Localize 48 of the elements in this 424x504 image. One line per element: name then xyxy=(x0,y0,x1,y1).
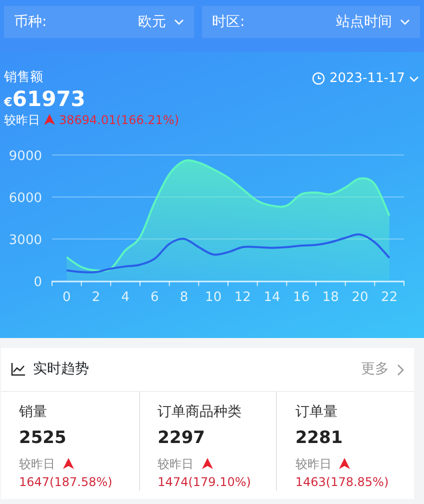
x-axis-label: 6 xyxy=(150,290,159,305)
x-axis-label: 16 xyxy=(293,290,310,305)
up-arrow-icon xyxy=(339,458,350,469)
x-axis-label: 12 xyxy=(234,290,251,305)
filter-select[interactable]: 时区: 站点时间 xyxy=(202,6,420,38)
more-link[interactable]: 更多 xyxy=(361,359,404,380)
stat-label: 订单商品种类 xyxy=(158,403,243,422)
compare-label: 较昨日 xyxy=(19,456,55,472)
chevron-down-icon xyxy=(409,76,419,82)
x-axis-label: 18 xyxy=(322,290,339,305)
y-axis-label: 0 xyxy=(34,274,42,290)
y-axis-label: 3000 xyxy=(8,232,42,248)
change-value: 1647(187.58%) xyxy=(19,474,114,490)
stat-value: 2281 xyxy=(295,427,344,450)
compare-label: 较昨日 xyxy=(158,456,194,472)
stat-label: 订单量 xyxy=(295,403,338,422)
metric-title: 销售额 xyxy=(4,69,44,87)
x-axis-label: 14 xyxy=(264,290,280,305)
filter-select[interactable]: 币种: 欧元 xyxy=(4,6,194,38)
section-title: 实时趋势 xyxy=(33,360,89,379)
x-axis-label: 8 xyxy=(180,290,188,305)
chevron-down-icon xyxy=(400,19,410,25)
up-arrow-icon xyxy=(202,458,213,469)
x-axis-label: 2 xyxy=(92,290,100,305)
clock-icon xyxy=(312,72,326,86)
line-chart-icon xyxy=(11,363,25,376)
x-axis-label: 0 xyxy=(62,290,71,305)
change-value: 1474(179.10%) xyxy=(158,474,252,490)
y-axis-label: 6000 xyxy=(8,190,42,206)
x-axis-label: 4 xyxy=(121,290,130,305)
change-value: 38694.01(166.21%) xyxy=(59,112,180,129)
currency-symbol: € xyxy=(4,94,12,111)
up-arrow-icon xyxy=(44,114,55,126)
compare-label: 较昨日 xyxy=(295,456,332,472)
sales-value: 61973 xyxy=(12,88,86,111)
x-axis-label: 20 xyxy=(352,290,368,305)
chevron-down-icon xyxy=(174,19,184,25)
x-axis-label: 10 xyxy=(205,290,222,305)
up-arrow-icon xyxy=(63,458,74,469)
stat-label: 销量 xyxy=(19,403,48,422)
compare-label: 较昨日 xyxy=(4,112,40,129)
chevron-right-icon xyxy=(397,364,404,376)
date-picker[interactable]: 2023-11-17 xyxy=(311,68,420,90)
stat-value: 2297 xyxy=(158,427,206,450)
y-axis-label: 9000 xyxy=(8,148,42,164)
change-value: 1463(178.85%) xyxy=(295,474,390,490)
x-axis-label: 22 xyxy=(381,290,398,305)
stat-value: 2525 xyxy=(19,427,68,450)
